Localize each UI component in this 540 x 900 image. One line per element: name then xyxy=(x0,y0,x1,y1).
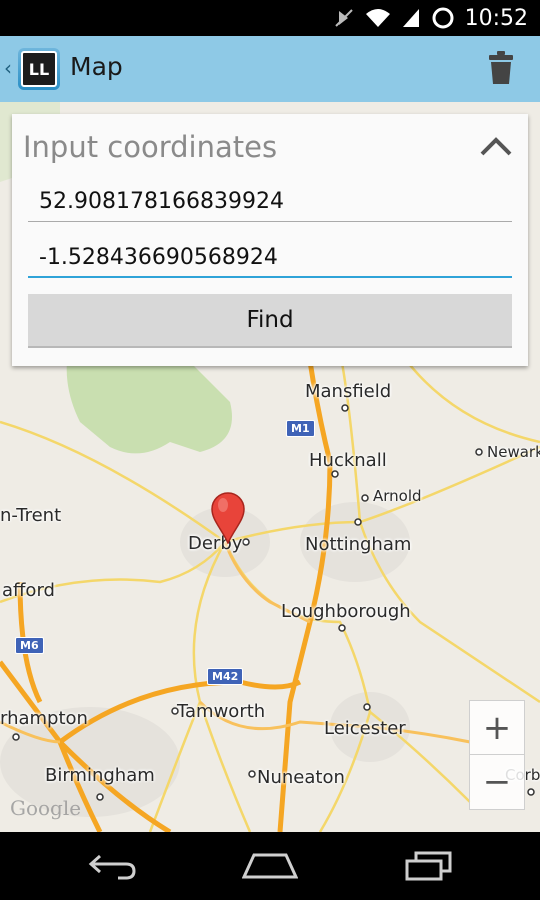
place-label: Loughborough xyxy=(281,601,411,622)
home-button[interactable] xyxy=(235,846,305,886)
place-label: Nuneaton xyxy=(257,767,345,788)
find-button[interactable]: Find xyxy=(28,294,512,348)
road-shield-m1: M1 xyxy=(286,420,315,437)
trash-icon xyxy=(489,51,513,84)
status-bar: 10:52 xyxy=(0,0,540,36)
status-icons: 10:52 xyxy=(333,0,528,36)
wifi-icon xyxy=(365,9,390,27)
mute-icon xyxy=(334,9,353,27)
google-attribution: Google xyxy=(10,796,82,820)
road-shield-m6: M6 xyxy=(15,637,44,654)
home-icon xyxy=(242,853,298,879)
panel-title: Input coordinates xyxy=(23,130,278,164)
zoom-out-button[interactable]: − xyxy=(470,755,524,808)
delete-button[interactable] xyxy=(488,51,514,89)
place-label: Hucknall xyxy=(309,450,387,471)
page-title: Map xyxy=(70,52,123,81)
place-label: Birmingham xyxy=(45,765,155,786)
clock: 10:52 xyxy=(464,5,528,31)
longitude-field[interactable] xyxy=(28,238,512,278)
place-label: Tamworth xyxy=(177,701,266,722)
navigation-bar xyxy=(0,832,540,900)
back-button[interactable] xyxy=(78,846,148,886)
app-logo[interactable]: LL xyxy=(18,48,60,90)
chevron-up-icon[interactable] xyxy=(480,136,512,156)
action-bar: ‹ LL Map xyxy=(0,36,540,102)
place-label: Newark xyxy=(487,443,540,461)
battery-icon xyxy=(432,7,454,29)
place-label: Leicester xyxy=(324,718,406,739)
zoom-controls: + − xyxy=(469,700,525,810)
latitude-field[interactable] xyxy=(28,182,512,222)
place-label: n-Trent xyxy=(0,505,62,526)
back-icon xyxy=(88,854,136,880)
recent-apps-icon xyxy=(405,851,452,881)
coordinate-panel: Input coordinates Find xyxy=(12,114,528,366)
place-label: afford xyxy=(2,580,55,601)
signal-icon xyxy=(402,9,419,27)
road-shield-m42: M42 xyxy=(207,668,244,685)
chevron-left-icon[interactable]: ‹ xyxy=(4,56,12,80)
place-label: Nottingham xyxy=(305,534,412,555)
place-label: Arnold xyxy=(373,487,422,505)
app-logo-text: LL xyxy=(21,51,57,87)
recent-apps-button[interactable] xyxy=(394,846,464,886)
zoom-in-button[interactable]: + xyxy=(470,701,524,755)
place-label: rhampton xyxy=(0,708,88,729)
map-pin-icon[interactable] xyxy=(211,492,245,544)
place-label: Mansfield xyxy=(305,381,392,402)
